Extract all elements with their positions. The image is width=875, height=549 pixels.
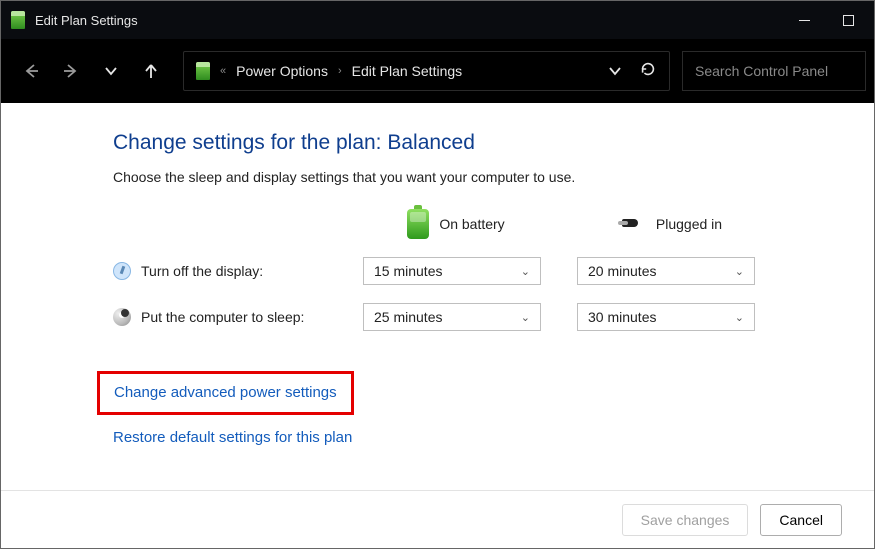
minimize-button[interactable] bbox=[782, 5, 826, 35]
row-sleep-label: Put the computer to sleep: bbox=[113, 308, 335, 326]
battery-icon bbox=[196, 62, 210, 80]
address-bar[interactable]: « Power Options › Edit Plan Settings bbox=[183, 51, 670, 91]
column-on-battery-label: On battery bbox=[439, 216, 504, 232]
select-value: 20 minutes bbox=[588, 263, 656, 279]
select-display-battery[interactable]: 15 minutes ⌄ bbox=[363, 257, 541, 285]
page-title: Change settings for the plan: Balanced bbox=[113, 131, 874, 155]
settings-grid: On battery Plugged in Turn off the displ… bbox=[113, 209, 874, 331]
chevron-down-icon: ⌄ bbox=[521, 265, 530, 278]
chevron-down-icon: ⌄ bbox=[521, 311, 530, 324]
recent-dropdown[interactable] bbox=[97, 57, 125, 85]
save-button: Save changes bbox=[622, 504, 749, 536]
window-title: Edit Plan Settings bbox=[35, 13, 138, 28]
select-value: 15 minutes bbox=[374, 263, 442, 279]
link-advanced-power-settings[interactable]: Change advanced power settings bbox=[114, 384, 337, 401]
column-plugged-in: Plugged in bbox=[577, 214, 763, 234]
search-input[interactable] bbox=[683, 63, 865, 79]
link-restore-defaults[interactable]: Restore default settings for this plan bbox=[113, 429, 352, 446]
row-display-label: Turn off the display: bbox=[113, 262, 335, 280]
display-icon bbox=[113, 262, 131, 280]
column-plugged-in-label: Plugged in bbox=[656, 216, 722, 232]
row-display-text: Turn off the display: bbox=[141, 263, 263, 279]
maximize-button[interactable] bbox=[826, 5, 870, 35]
window-controls bbox=[782, 5, 870, 35]
app-icon bbox=[11, 11, 25, 29]
select-sleep-plugged[interactable]: 30 minutes ⌄ bbox=[577, 303, 755, 331]
breadcrumb-seg-2[interactable]: Edit Plan Settings bbox=[352, 63, 463, 79]
sleep-icon bbox=[113, 308, 131, 326]
links-section: Change advanced power settings Restore d… bbox=[113, 371, 874, 447]
content-area: Change settings for the plan: Balanced C… bbox=[1, 103, 874, 490]
row-sleep-text: Put the computer to sleep: bbox=[141, 309, 304, 325]
select-value: 30 minutes bbox=[588, 309, 656, 325]
forward-button[interactable] bbox=[57, 57, 85, 85]
select-display-plugged[interactable]: 20 minutes ⌄ bbox=[577, 257, 755, 285]
chevron-down-icon: ⌄ bbox=[735, 311, 744, 324]
footer-bar: Save changes Cancel bbox=[1, 490, 874, 548]
column-on-battery: On battery bbox=[363, 209, 549, 239]
title-bar: Edit Plan Settings bbox=[1, 1, 874, 39]
select-sleep-battery[interactable]: 25 minutes ⌄ bbox=[363, 303, 541, 331]
up-button[interactable] bbox=[137, 57, 165, 85]
back-button[interactable] bbox=[17, 57, 45, 85]
cancel-button[interactable]: Cancel bbox=[760, 504, 842, 536]
select-value: 25 minutes bbox=[374, 309, 442, 325]
nav-bar: « Power Options › Edit Plan Settings bbox=[1, 39, 874, 103]
plug-icon bbox=[618, 214, 646, 234]
highlighted-box: Change advanced power settings bbox=[97, 371, 354, 415]
chevron-right-icon: › bbox=[338, 65, 342, 77]
breadcrumb-seg-1[interactable]: Power Options bbox=[236, 63, 328, 79]
address-dropdown[interactable] bbox=[601, 57, 629, 85]
battery-icon bbox=[407, 209, 429, 239]
search-box[interactable] bbox=[682, 51, 866, 91]
chevron-down-icon: ⌄ bbox=[735, 265, 744, 278]
refresh-button[interactable] bbox=[639, 60, 657, 83]
chevron-left-double-icon: « bbox=[220, 65, 226, 77]
page-description: Choose the sleep and display settings th… bbox=[113, 169, 874, 185]
